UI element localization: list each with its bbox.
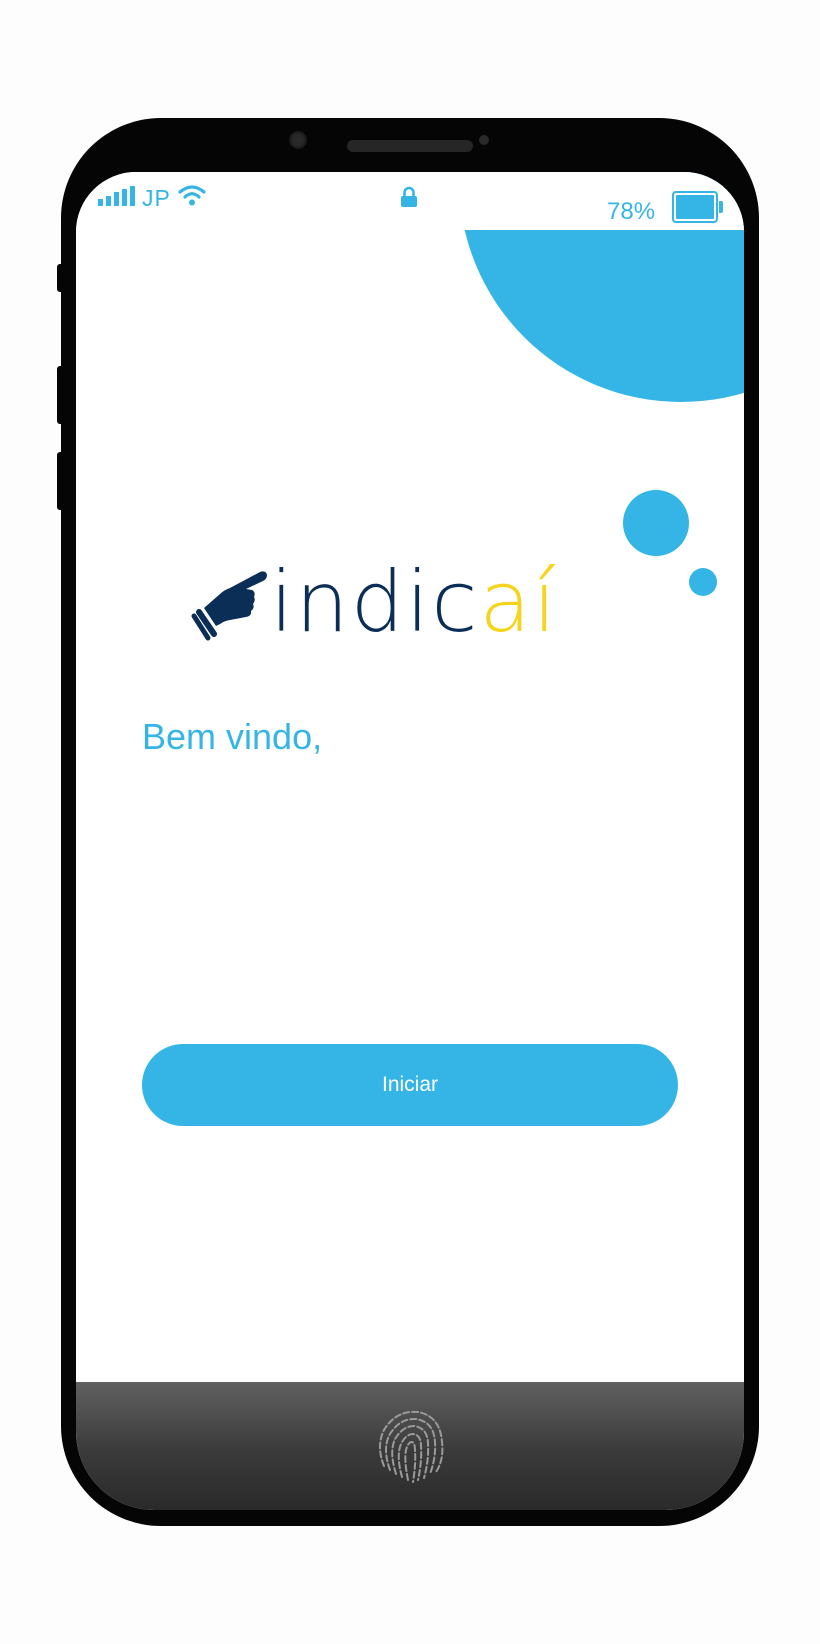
app-screen: JP 78% indicaí Bem vindo, Iniciar <box>76 172 744 1510</box>
welcome-heading: Bem vindo, <box>142 716 323 757</box>
home-bar <box>76 1382 744 1510</box>
carrier-name: JP <box>142 185 171 211</box>
volume-down-button <box>57 452 65 510</box>
logo-text-dark: indic <box>270 553 480 651</box>
pointing-hand-icon <box>191 571 267 641</box>
logo-wordmark: indicaí <box>270 552 558 652</box>
fingerprint-icon[interactable] <box>374 1406 446 1484</box>
decorative-medium-bubble <box>623 490 689 556</box>
start-button[interactable]: Iniciar <box>142 1044 678 1126</box>
status-bar: JP 78% <box>76 172 744 230</box>
wifi-icon <box>178 185 206 206</box>
front-camera <box>289 131 307 149</box>
app-logo: indicaí <box>190 552 590 652</box>
battery-level-fill <box>676 195 714 219</box>
battery-tip <box>719 201 723 213</box>
lock-icon <box>401 186 417 207</box>
proximity-sensor <box>479 135 489 145</box>
battery-percentage: 78% <box>607 198 656 225</box>
decorative-small-bubble <box>689 568 717 596</box>
logo-text-accent: aí <box>479 553 559 651</box>
earpiece-speaker <box>347 140 473 152</box>
mute-switch <box>57 264 65 292</box>
volume-up-button <box>57 366 65 424</box>
signal-icon <box>98 186 135 206</box>
battery-icon <box>672 191 718 223</box>
